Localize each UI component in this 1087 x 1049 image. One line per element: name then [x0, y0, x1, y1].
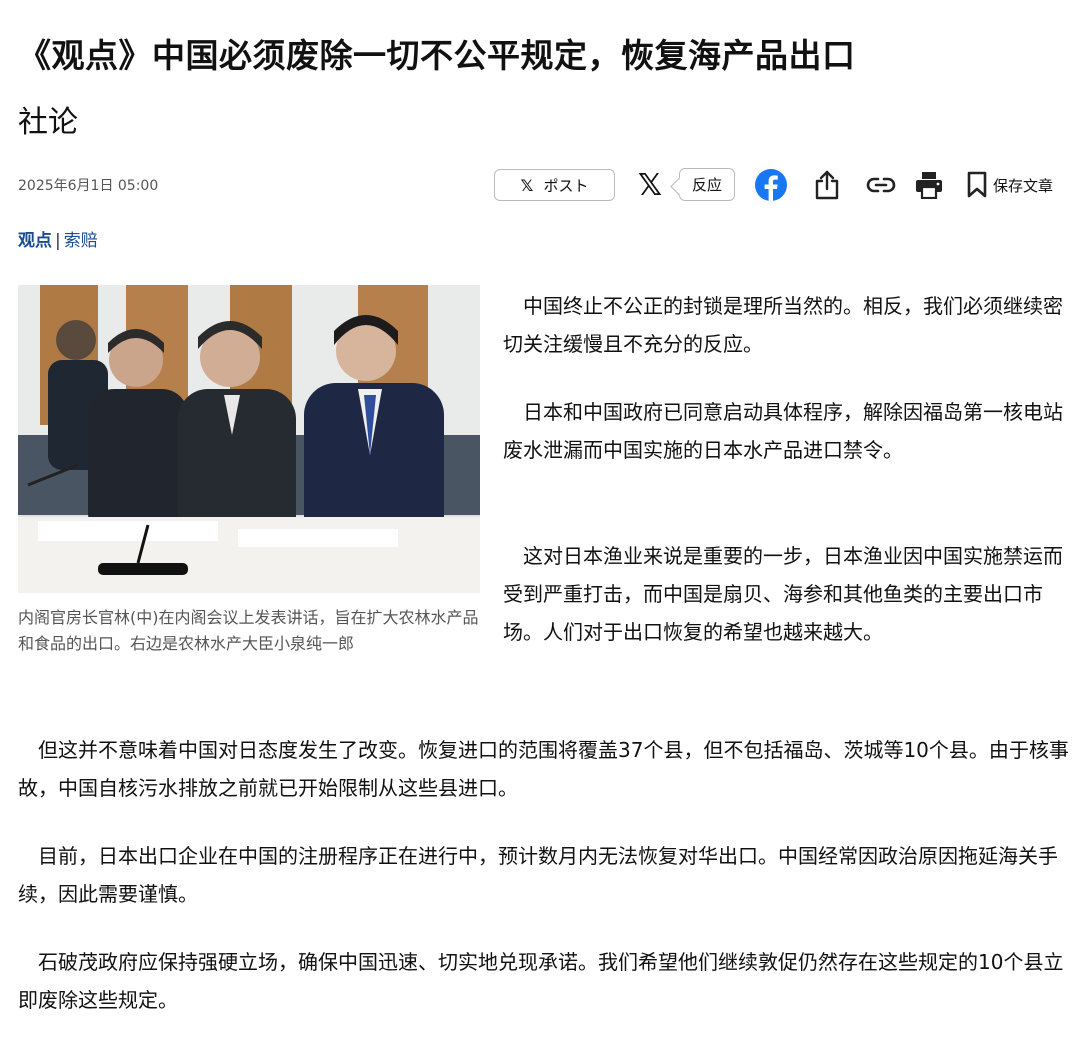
article-title: 《观点》中国必须废除一切不公平规定，恢复海产品出口 — [18, 36, 856, 75]
post-to-x-button[interactable]: 𝕏 ポスト — [494, 169, 615, 201]
bookmark-icon[interactable] — [960, 168, 994, 202]
article-paragraph: 石破茂政府应保持强硬立场，确保中国迅速、切实地兑现承诺。我们希望他们继续敦促仍然… — [18, 950, 1064, 1012]
link-icon[interactable] — [864, 168, 898, 202]
publish-date: 2025年6月1日 05:00 — [18, 178, 159, 194]
article-paragraph: 但这并不意味着中国对日态度发生了改变。恢复进口的范围将覆盖37个县，但不包括福岛… — [18, 738, 1069, 800]
article-paragraph: 日本和中国政府已同意启动具体程序，解除因福岛第一核电站废水泄漏而中国实施的日本水… — [503, 400, 1063, 462]
article-paragraph: 目前，日本出口企业在中国的注册程序正在进行中，预计数月内无法恢复对华出口。中国经… — [18, 844, 1058, 906]
tag-claims[interactable]: 索赔 — [64, 231, 98, 251]
meta-row: 2025年6月1日 05:00 𝕏 ポスト 𝕏 反应 保存文章 — [18, 165, 1078, 205]
post-button-label: ポスト — [543, 176, 589, 195]
article-paragraph: 这对日本渔业来说是重要的一步，日本渔业因中国实施禁运而受到严重打击，而中国是扇贝… — [503, 544, 1063, 644]
photo-caption: 内阁官房长官林(中)在内阁会议上发表讲话，旨在扩大农林水产品和食品的出口。右边是… — [18, 608, 479, 653]
tag-opinion[interactable]: 观点 — [18, 231, 52, 251]
x-icon: 𝕏 — [520, 175, 534, 195]
tag-separator: | — [55, 231, 61, 251]
article-tags: 观点 | 索赔 — [18, 229, 98, 253]
save-article-button[interactable]: 保存文章 — [993, 175, 1053, 196]
reactions-label: 反应 — [691, 176, 722, 194]
section-label: 社论 — [18, 105, 78, 140]
reactions-button[interactable]: 反应 — [679, 168, 735, 201]
x-icon[interactable]: 𝕏 — [634, 165, 666, 205]
share-icon[interactable] — [810, 168, 844, 202]
article-photo — [18, 285, 480, 593]
facebook-icon[interactable] — [754, 168, 788, 202]
article-paragraph: 中国终止不公正的封锁是理所当然的。相反，我们必须继续密切关注缓慢且不充分的反应。 — [503, 294, 1063, 356]
print-icon[interactable] — [912, 168, 946, 202]
